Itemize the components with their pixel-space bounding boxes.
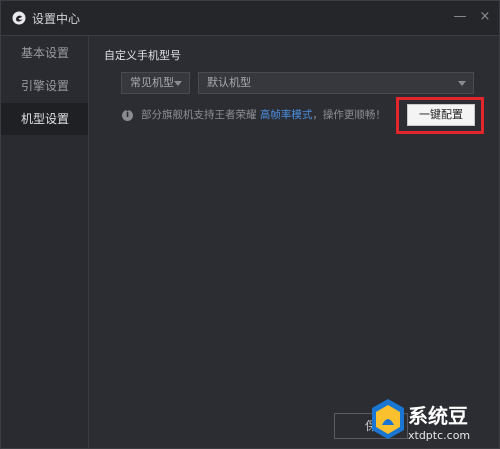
info-note: i 部分旗舰机支持王者荣耀 高帧率模式，操作更顺畅！: [122, 107, 386, 122]
chevron-down-icon: [174, 81, 182, 86]
info-text-after: ，操作更顺畅！: [312, 109, 386, 121]
watermark: 系统豆 xtdptc.com: [366, 393, 500, 449]
window-title: 设置中心: [32, 12, 81, 26]
device-model-select[interactable]: 默认机型: [198, 72, 474, 94]
device-type-value: 常见机型: [130, 76, 174, 89]
one-click-config-button[interactable]: 一键配置: [407, 104, 475, 126]
title-bar: 设置中心 — ×: [1, 1, 499, 36]
watermark-url: xtdptc.com: [408, 429, 471, 442]
close-icon[interactable]: ×: [476, 8, 494, 26]
info-text-before: 部分旗舰机支持王者荣耀: [141, 109, 260, 121]
chevron-down-icon: [458, 81, 466, 86]
device-type-select[interactable]: 常见机型: [121, 72, 190, 94]
sidebar: 基本设置 引擎设置 机型设置: [1, 36, 89, 448]
info-icon: i: [122, 109, 133, 121]
section-title: 自定义手机型号: [104, 49, 181, 62]
sidebar-item-basic[interactable]: 基本设置: [1, 37, 88, 69]
watermark-logo-icon: [372, 399, 404, 439]
high-framerate-link[interactable]: 高帧率模式: [260, 109, 313, 121]
app-logo-icon: [12, 11, 26, 25]
sidebar-item-engine[interactable]: 引擎设置: [1, 70, 88, 102]
sidebar-item-device-model[interactable]: 机型设置: [1, 103, 88, 135]
device-model-value: 默认机型: [207, 76, 251, 89]
settings-window: 设置中心 — × 基本设置 引擎设置 机型设置 自定义手机型号 常见机型 默认机…: [0, 0, 500, 449]
watermark-brand: 系统豆: [408, 404, 468, 428]
minimize-icon[interactable]: —: [451, 8, 469, 26]
